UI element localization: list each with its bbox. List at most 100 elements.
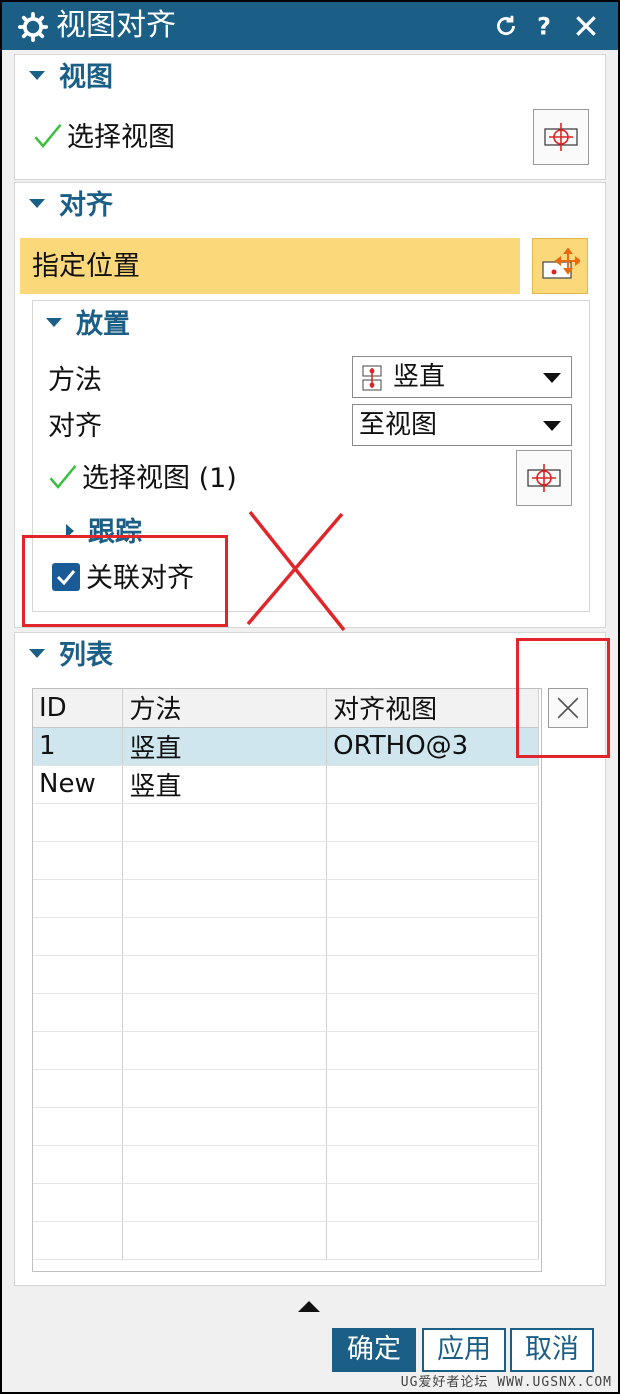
table-cell bbox=[33, 1069, 124, 1108]
table-cell bbox=[326, 1183, 539, 1222]
table-cell bbox=[122, 1145, 328, 1184]
table-cell bbox=[326, 841, 539, 880]
list-group-header[interactable]: 列表 bbox=[29, 639, 113, 673]
table-cell: 1 bbox=[33, 727, 124, 766]
close-button[interactable] bbox=[570, 10, 602, 42]
table-cell bbox=[326, 1107, 539, 1146]
table-cell bbox=[122, 841, 328, 880]
empty-table-row bbox=[33, 955, 539, 994]
apply-button[interactable]: 应用 bbox=[422, 1328, 506, 1372]
table-cell bbox=[326, 993, 539, 1032]
empty-table-row bbox=[33, 1145, 539, 1184]
table-cell bbox=[122, 1183, 328, 1222]
checkmark-icon bbox=[34, 123, 62, 148]
table-cell: New bbox=[33, 765, 124, 804]
collapse-up-icon[interactable] bbox=[298, 1300, 320, 1312]
dropdown-arrow-icon bbox=[543, 373, 561, 383]
placement-header[interactable]: 放置 bbox=[46, 308, 130, 342]
ok-button[interactable]: 确定 bbox=[332, 1328, 416, 1372]
column-header[interactable]: 方法 bbox=[122, 689, 328, 728]
table-cell bbox=[33, 1221, 124, 1260]
view-target-icon bbox=[544, 123, 578, 151]
reset-button[interactable] bbox=[490, 10, 522, 42]
help-icon: ? bbox=[537, 13, 551, 39]
placement-title: 放置 bbox=[76, 309, 130, 340]
view-group-panel: 视图 选择视图 bbox=[14, 54, 606, 180]
list-table: ID 方法 对齐视图 1 竖直 ORTHO@3 New 竖直 bbox=[33, 689, 539, 1260]
table-cell bbox=[122, 993, 328, 1032]
empty-table-row bbox=[33, 841, 539, 880]
table-cell bbox=[33, 1183, 124, 1222]
table-cell bbox=[33, 1145, 124, 1184]
align-group-header[interactable]: 对齐 bbox=[29, 189, 113, 223]
table-cell bbox=[122, 803, 328, 842]
table-cell bbox=[122, 1221, 328, 1260]
annotation-box-checkbox bbox=[22, 535, 228, 627]
table-cell bbox=[33, 841, 124, 880]
gear-icon[interactable] bbox=[18, 12, 48, 42]
view-group-header[interactable]: 视图 bbox=[29, 61, 113, 95]
method-select[interactable]: 竖直 bbox=[352, 356, 572, 398]
table-cell bbox=[326, 955, 539, 994]
table-header-row: ID 方法 对齐视图 bbox=[33, 689, 539, 728]
svg-text:?: ? bbox=[537, 13, 551, 39]
table-cell bbox=[326, 803, 539, 842]
view-group-title: 视图 bbox=[59, 62, 113, 93]
specify-location-label: 指定位置 bbox=[32, 251, 140, 282]
select-view-count-row: 选择视图 (1) bbox=[48, 462, 237, 496]
collapse-caret-icon bbox=[29, 71, 45, 80]
table-cell bbox=[326, 917, 539, 956]
move-point-icon bbox=[542, 248, 580, 279]
select-view-count-label: 选择视图 (1) bbox=[82, 463, 237, 494]
table-row[interactable]: New 竖直 bbox=[33, 765, 539, 804]
table-cell bbox=[326, 765, 539, 804]
empty-table-row bbox=[33, 803, 539, 842]
table-cell bbox=[33, 803, 124, 842]
table-cell bbox=[33, 1107, 124, 1146]
table-cell bbox=[122, 1069, 328, 1108]
select-view-button-2[interactable] bbox=[516, 450, 572, 506]
table-cell bbox=[122, 955, 328, 994]
table-cell bbox=[33, 917, 124, 956]
table-cell bbox=[326, 1031, 539, 1070]
table-cell bbox=[33, 993, 124, 1032]
empty-table-row bbox=[33, 917, 539, 956]
align-group-title: 对齐 bbox=[59, 190, 113, 221]
table-cell bbox=[33, 955, 124, 994]
align-select[interactable]: 至视图 bbox=[352, 404, 572, 446]
list-group-title: 列表 bbox=[59, 640, 113, 671]
table-cell bbox=[33, 1031, 124, 1070]
align-value: 至视图 bbox=[359, 410, 438, 440]
annotation-cross-icon bbox=[246, 510, 346, 632]
close-icon bbox=[576, 16, 596, 36]
list-table-container[interactable]: ID 方法 对齐视图 1 竖直 ORTHO@3 New 竖直 bbox=[32, 688, 542, 1272]
empty-table-row bbox=[33, 1221, 539, 1260]
cancel-button[interactable]: 取消 bbox=[510, 1328, 594, 1372]
watermark: UG爱好者论坛 WWW.UGSNX.COM bbox=[400, 1375, 612, 1390]
empty-table-row bbox=[33, 1031, 539, 1070]
empty-table-row bbox=[33, 1069, 539, 1108]
table-cell bbox=[122, 917, 328, 956]
table-cell: ORTHO@3 bbox=[326, 727, 539, 766]
column-header[interactable]: 对齐视图 bbox=[326, 689, 539, 728]
vertical-align-icon bbox=[362, 365, 382, 391]
select-view-row: 选择视图 bbox=[33, 121, 175, 155]
collapse-caret-icon bbox=[29, 649, 45, 658]
view-target-icon bbox=[527, 464, 561, 492]
empty-table-row bbox=[33, 993, 539, 1032]
table-row[interactable]: 1 竖直 ORTHO@3 bbox=[33, 727, 539, 766]
table-cell bbox=[122, 1031, 328, 1070]
specify-location-button[interactable] bbox=[532, 238, 588, 294]
select-view-button[interactable] bbox=[533, 109, 589, 165]
table-cell bbox=[122, 879, 328, 918]
align-label: 对齐 bbox=[48, 411, 102, 442]
help-button[interactable]: ? bbox=[528, 10, 560, 42]
table-cell: 竖直 bbox=[122, 765, 328, 804]
table-cell: 竖直 bbox=[122, 727, 328, 766]
method-label: 方法 bbox=[48, 365, 102, 396]
table-cell bbox=[326, 879, 539, 918]
table-cell bbox=[122, 1107, 328, 1146]
column-header[interactable]: ID bbox=[33, 689, 124, 728]
table-cell bbox=[326, 1145, 539, 1184]
empty-table-row bbox=[33, 1183, 539, 1222]
